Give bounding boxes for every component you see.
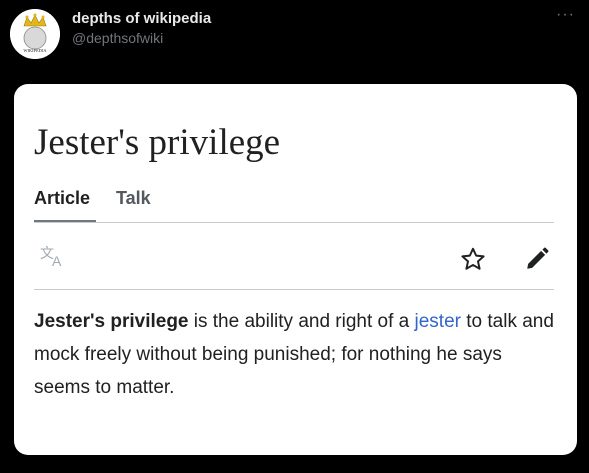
tab-divider xyxy=(34,222,554,223)
bold-lead: Jester's privilege xyxy=(34,311,189,332)
paragraph-text-1: is the ability and right of a xyxy=(188,311,415,332)
avatar[interactable]: WIKIPEDIA xyxy=(10,9,60,59)
page-title: Jester's privilege xyxy=(34,122,281,163)
tab-article[interactable]: Article xyxy=(34,188,90,209)
user-handle[interactable]: @depthsofwiki xyxy=(72,30,163,46)
language-icon[interactable]: 文 A xyxy=(40,244,68,273)
wikipedia-screenshot-card: Jester's privilege Article Talk 文 A Jest… xyxy=(14,84,577,455)
display-name[interactable]: depths of wikipedia xyxy=(72,10,211,27)
avatar-wordmark: WIKIPEDIA xyxy=(23,48,47,53)
jester-link[interactable]: jester xyxy=(415,311,461,332)
pencil-icon[interactable] xyxy=(524,246,550,277)
more-options-icon[interactable]: ··· xyxy=(556,6,575,24)
article-paragraph: Jester's privilege is the ability and ri… xyxy=(34,305,559,404)
content-divider xyxy=(34,289,554,290)
wikipedia-crown-avatar: WIKIPEDIA xyxy=(10,9,60,59)
tab-talk[interactable]: Talk xyxy=(116,188,151,209)
svg-text:A: A xyxy=(52,253,62,268)
star-icon[interactable] xyxy=(460,246,486,277)
